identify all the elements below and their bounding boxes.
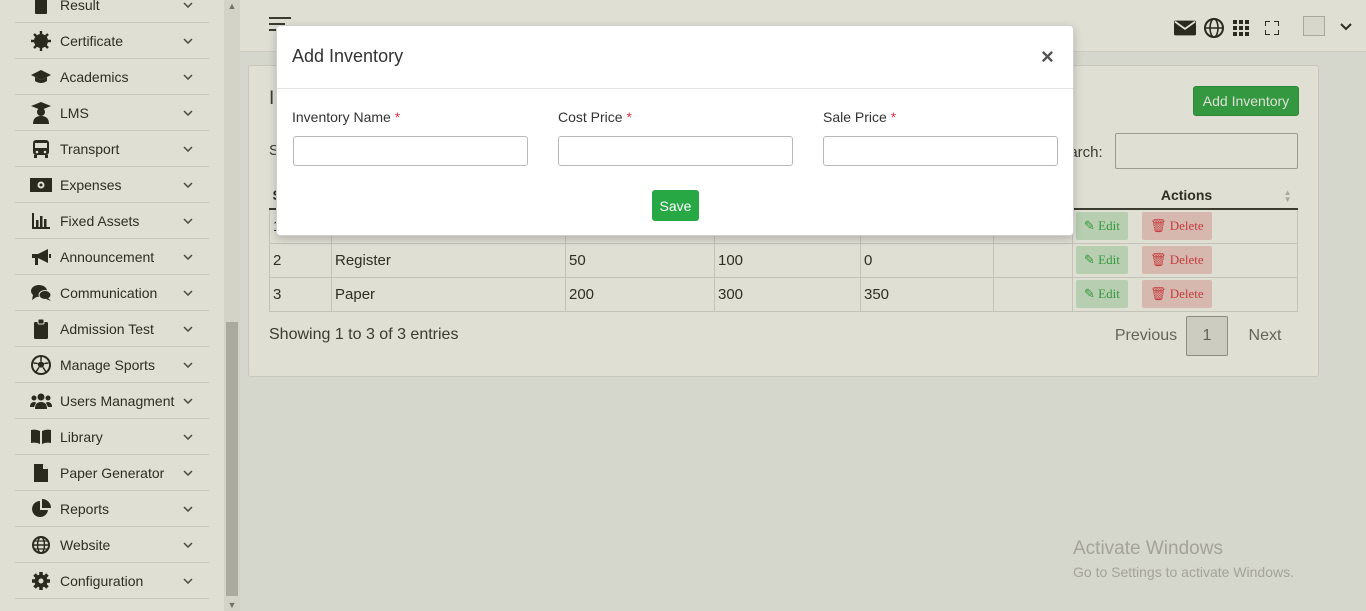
sale-price-field[interactable]	[823, 136, 1058, 166]
cost-price-label: Cost Price *	[558, 109, 632, 125]
add-inventory-modal: Add Inventory × Inventory Name * Cost Pr…	[276, 25, 1074, 236]
modal-header: Add Inventory ×	[277, 26, 1073, 89]
inventory-name-label: Inventory Name *	[292, 109, 401, 125]
save-button[interactable]: Save	[652, 190, 699, 221]
sale-price-label: Sale Price *	[823, 109, 897, 125]
cost-price-field[interactable]	[558, 136, 793, 166]
required-marker: *	[626, 109, 632, 125]
modal-title: Add Inventory	[292, 46, 404, 66]
required-marker: *	[394, 109, 401, 125]
inventory-name-field[interactable]	[293, 136, 528, 166]
required-marker: *	[890, 109, 897, 125]
close-icon[interactable]: ×	[1041, 46, 1054, 68]
